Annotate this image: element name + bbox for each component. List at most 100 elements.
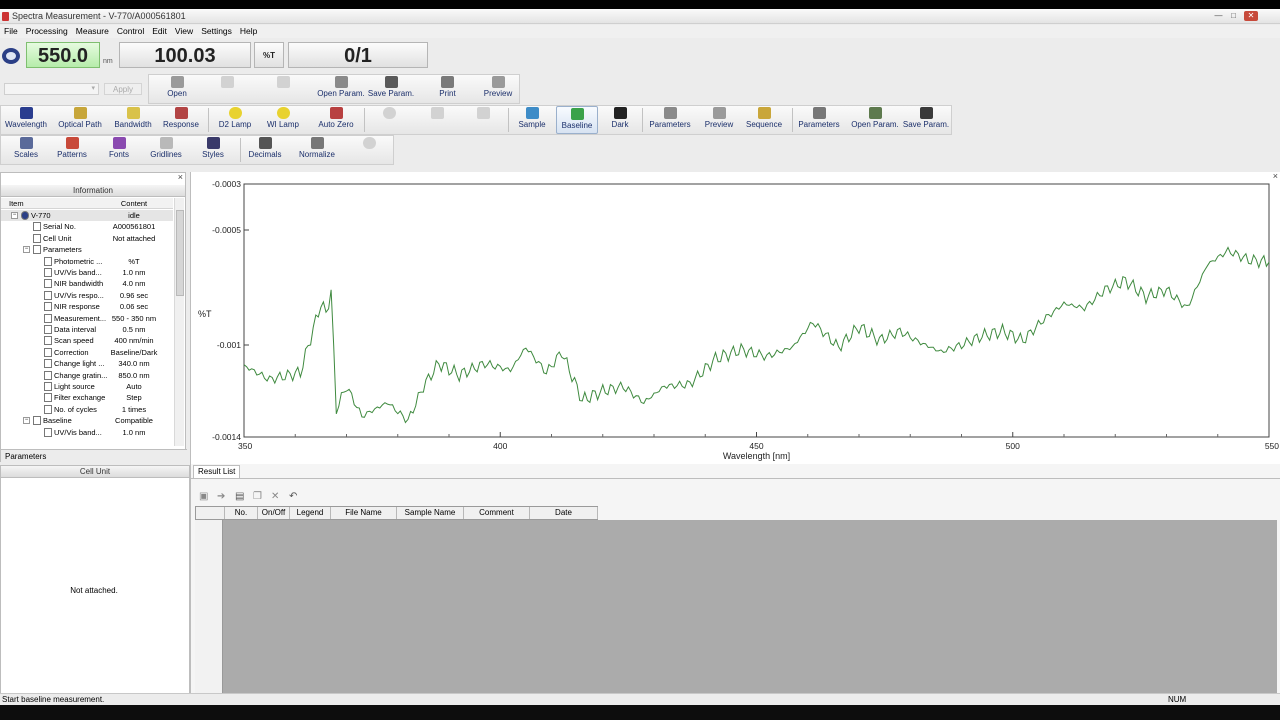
delete-icon[interactable]: ✕ [271,491,279,502]
baseline-button[interactable]: Baseline [556,106,598,134]
app-save-param-button[interactable]: Save Param. [902,106,950,134]
start-button[interactable] [418,106,456,134]
menu-processing[interactable]: Processing [22,25,72,36]
tree-item-label: Data interval [54,325,97,334]
copy-icon[interactable]: ❐ [253,491,262,502]
open-icon[interactable]: ▤ [235,491,244,502]
print-button[interactable]: Print [425,75,470,103]
col-file-name[interactable]: File Name [331,507,397,519]
wavelength-button[interactable]: Wavelength [2,106,50,134]
tree-row[interactable]: Photometric ... %T [1,256,173,267]
tree-row[interactable]: Change gratin... 850.0 nm [1,370,173,381]
menu-edit[interactable]: Edit [148,25,171,36]
col-onoff[interactable]: On/Off [258,507,290,519]
minimize-button[interactable]: — [1213,11,1224,21]
save-as-button[interactable] [258,75,308,103]
undo-icon[interactable]: ↶ [289,491,297,502]
gridlines-icon [159,137,173,149]
scales-button[interactable]: Scales [6,136,46,164]
wi-lamp-button[interactable]: WI Lamp [262,106,304,134]
gridlines-button[interactable]: Gridlines [146,136,186,164]
data-select[interactable]: ▾ [4,83,99,95]
close-icon[interactable]: × [1273,171,1278,181]
preview-file-button[interactable]: Preview [478,75,518,103]
measure-preview-button[interactable]: Preview [700,106,738,134]
collapse-icon[interactable]: − [23,246,30,254]
close-button[interactable]: ✕ [1244,11,1258,21]
collapse-icon[interactable]: − [11,212,18,219]
sample-button[interactable]: Sample [514,106,550,134]
optical-path-button[interactable]: Optical Path [56,106,104,134]
col-comment[interactable]: Comment [464,507,530,519]
patterns-button[interactable]: Patterns [52,136,92,164]
fonts-button[interactable]: Fonts [100,136,138,164]
tree-row[interactable]: Cell Unit Not attached [1,233,173,244]
tree-row[interactable]: NIR bandwidth 4.0 nm [1,278,173,289]
col-legend[interactable]: Legend [290,507,331,519]
styles-icon [206,137,220,149]
maximize-button[interactable]: □ [1228,11,1239,21]
menu-help[interactable]: Help [236,25,261,36]
menu-measure[interactable]: Measure [72,25,113,36]
close-icon[interactable]: × [178,172,183,182]
apply-button[interactable]: Apply [104,83,142,95]
tree-row[interactable]: Filter exchange Step [1,392,173,403]
tree-row[interactable]: Serial No. A000561801 [1,221,173,232]
save-button[interactable] [205,75,250,103]
collapse-icon[interactable]: − [23,417,30,425]
auto-zero-button[interactable]: Auto Zero [313,106,359,134]
col-item[interactable]: Item [9,199,24,208]
print-icon [441,76,454,88]
col-date[interactable]: Date [530,507,598,519]
decimals-button[interactable]: Decimals [245,136,285,164]
auto-zero-label: Auto Zero [318,120,354,129]
tree-row[interactable]: Data interval 0.5 nm [1,324,173,335]
spectrum-graph[interactable]: × 350 400 450 500 550 -0.0014 -0.001 -0.0005 -0.… [190,171,1280,464]
result-table-body[interactable] [223,520,1277,694]
info-button[interactable] [350,136,388,164]
col-content[interactable]: Content [95,199,173,208]
menu-file[interactable]: File [0,25,22,36]
tree-row[interactable]: UV/Vis band... 1.0 nm [1,267,173,278]
bandwidth-button[interactable]: Bandwidth [110,106,156,134]
window-title: Spectra Measurement - V-770/A000561801 [12,11,186,21]
menu-settings[interactable]: Settings [197,25,236,36]
save-param-button[interactable]: Save Param. [367,75,415,103]
tree-item-label: Correction [54,347,89,357]
dark-button[interactable]: Dark [604,106,636,134]
tree-row[interactable]: Change light ... 340.0 nm [1,358,173,369]
normalize-button[interactable]: Normalize [294,136,340,164]
scroll-thumb[interactable] [176,210,184,296]
styles-button[interactable]: Styles [194,136,232,164]
cell-button[interactable] [370,106,408,134]
arrow-right-icon[interactable]: ➔ [217,491,225,502]
tree-row[interactable]: UV/Vis band... 1.0 nm [1,427,173,438]
open-param-button[interactable]: Open Param. [315,75,367,103]
tree-row[interactable]: Measurement... 550 - 350 nm [1,313,173,324]
menu-view[interactable]: View [171,25,197,36]
open-button[interactable]: Open [152,75,202,103]
info-scrollbar[interactable] [174,198,184,446]
stop-button[interactable] [464,106,502,134]
tree-row[interactable]: NIR response 0.06 sec [1,301,173,312]
app-open-param-button[interactable]: Open Param. [848,106,902,134]
col-no[interactable]: No. [225,507,258,519]
tree-row[interactable]: − Parameters [1,244,173,255]
tree-row[interactable]: UV/Vis respo... 0.96 sec [1,290,173,301]
tree-row[interactable]: − Baseline Compatible [1,415,173,426]
tab-parameters[interactable]: Parameters [5,452,46,461]
measure-parameters-button[interactable]: Parameters [646,106,694,134]
tab-result-list[interactable]: Result List [193,465,241,478]
tree-row[interactable]: Scan speed 400 nm/min [1,335,173,346]
tree-row[interactable]: No. of cycles 1 times [1,404,173,415]
tree-row[interactable]: Correction Baseline/Dark [1,347,173,358]
sequence-button[interactable]: Sequence [742,106,786,134]
tree-row[interactable]: Light source Auto [1,381,173,392]
menu-control[interactable]: Control [113,25,148,36]
tree-row[interactable]: − V-770 idle [1,210,173,222]
save-icon[interactable]: ▣ [199,491,208,502]
app-parameters-button[interactable]: Parameters [796,106,842,134]
d2-lamp-button[interactable]: D2 Lamp [214,106,256,134]
response-button[interactable]: Response [160,106,202,134]
col-sample-name[interactable]: Sample Name [397,507,464,519]
